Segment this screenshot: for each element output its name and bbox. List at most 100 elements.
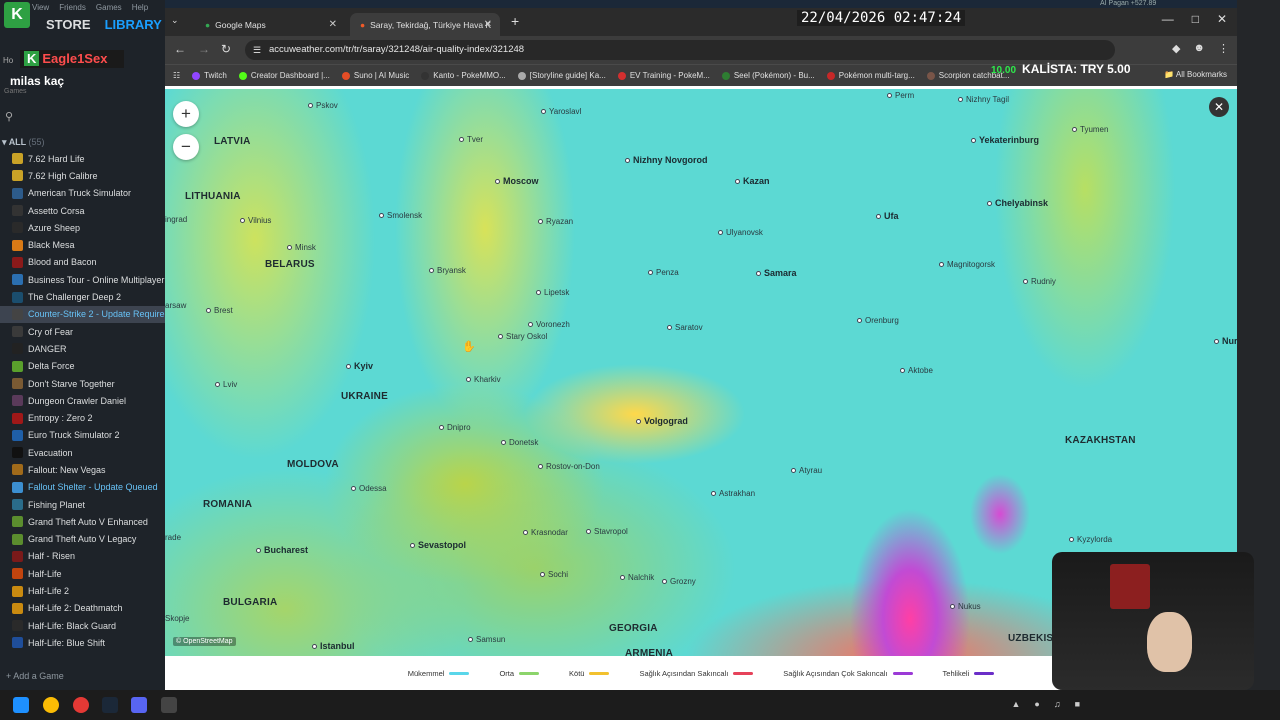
game-icon: [12, 550, 23, 562]
tray-sound-icon[interactable]: ♫: [1054, 699, 1061, 709]
apps-icon[interactable]: ☷: [173, 71, 180, 80]
game-icon: [12, 205, 23, 217]
menu-friends[interactable]: Friends: [59, 3, 86, 12]
game-list-item[interactable]: Blood and Bacon: [0, 254, 165, 271]
home-label[interactable]: Ho: [3, 56, 13, 65]
game-list-item[interactable]: Don't Starve Together: [0, 375, 165, 392]
game-list-item[interactable]: Assetto Corsa: [0, 202, 165, 219]
game-icon: [12, 429, 23, 441]
game-list-item[interactable]: Half-Life: Black Guard: [0, 617, 165, 634]
game-list-item[interactable]: American Truck Simulator: [0, 185, 165, 202]
game-list-item[interactable]: Delta Force: [0, 358, 165, 375]
game-list-item[interactable]: Fishing Planet: [0, 496, 165, 513]
all-bookmarks[interactable]: 📁 All Bookmarks: [1164, 70, 1227, 79]
game-title: Grand Theft Auto V Enhanced: [28, 516, 148, 527]
game-list-item[interactable]: Half - Risen: [0, 548, 165, 565]
close-tab-icon[interactable]: ✕: [484, 19, 492, 30]
tab-google-maps[interactable]: ● Google Maps ✕: [195, 13, 345, 36]
tray-network-icon[interactable]: ■: [1075, 699, 1080, 709]
bookmark-item[interactable]: Pokémon multi-targ...: [826, 71, 915, 80]
tab-search-icon[interactable]: ⌄: [171, 15, 185, 29]
all-label: ALL: [8, 137, 27, 147]
map-place-label: Krasnodar: [523, 528, 568, 537]
game-icon: [12, 326, 23, 338]
game-list-item[interactable]: Counter-Strike 2 - Update Required: [0, 305, 165, 323]
tray-wifi-icon[interactable]: ▲: [1011, 699, 1020, 709]
game-list-item[interactable]: Grand Theft Auto V Enhanced: [0, 513, 165, 530]
game-title: Half-Life: Black Guard: [28, 620, 117, 631]
legend-swatch: [892, 671, 913, 675]
new-tab-icon[interactable]: +: [511, 13, 519, 29]
close-window-icon[interactable]: ✕: [1217, 12, 1227, 26]
menu-icon[interactable]: ⋮: [1218, 42, 1229, 55]
profile-icon[interactable]: ☻: [1193, 42, 1205, 55]
bookmark-label: Creator Dashboard |...: [250, 71, 330, 80]
nav-library[interactable]: LIBRARY: [105, 17, 162, 32]
extension-icon[interactable]: ◆: [1172, 42, 1180, 55]
search-icon[interactable]: ⚲: [5, 110, 17, 123]
discord-icon[interactable]: [131, 697, 147, 713]
bookmark-item[interactable]: Seel (Pokémon) - Bu...: [721, 71, 815, 80]
game-list-item[interactable]: Grand Theft Auto V Legacy: [0, 531, 165, 548]
game-icon: [12, 274, 23, 286]
map-place-label: Magnitogorsk: [939, 260, 995, 269]
obs-icon[interactable]: [73, 697, 89, 713]
map-place-label: UKRAINE: [341, 391, 388, 402]
bookmark-item[interactable]: Suno | AI Music: [341, 71, 409, 80]
game-list-item[interactable]: Fallout: New Vegas: [0, 461, 165, 478]
menu-games[interactable]: Games: [96, 3, 122, 12]
game-list-item[interactable]: Azure Sheep: [0, 219, 165, 236]
forward-icon[interactable]: →: [198, 42, 210, 56]
map-place-label: Grozny: [662, 577, 696, 586]
back-icon[interactable]: ←: [174, 42, 186, 56]
game-list-item[interactable]: The Challenger Deep 2: [0, 288, 165, 305]
windows-start-icon[interactable]: [13, 697, 29, 713]
game-list-item[interactable]: Entropy : Zero 2: [0, 409, 165, 426]
menu-view[interactable]: View: [32, 3, 49, 12]
reload-icon[interactable]: ↻: [221, 42, 231, 56]
game-list-item[interactable]: Half-Life 2: [0, 582, 165, 599]
game-icon: [12, 585, 23, 597]
steam-icon[interactable]: [102, 697, 118, 713]
map-place-label: Kazan: [735, 176, 770, 186]
game-title: Black Mesa: [28, 240, 75, 251]
map-place-label: Volgograd: [636, 416, 688, 426]
legend-item: Sağlık Açısından Sakıncalı: [639, 669, 754, 678]
menu-help[interactable]: Help: [132, 3, 148, 12]
osm-attribution[interactable]: © OpenStreetMap: [173, 637, 236, 646]
bookmark-item[interactable]: Twitch: [192, 71, 227, 80]
game-list-item[interactable]: Half-Life: [0, 565, 165, 582]
game-list-item[interactable]: Dungeon Crawler Daniel: [0, 392, 165, 409]
minimize-icon[interactable]: —: [1162, 12, 1174, 26]
game-list-item[interactable]: 7.62 High Calibre: [0, 167, 165, 184]
game-list-item[interactable]: Business Tour - Online Multiplayer: [0, 271, 165, 288]
game-list-item[interactable]: Evacuation: [0, 444, 165, 461]
tray-discord-icon[interactable]: ●: [1034, 699, 1039, 709]
site-info-icon[interactable]: ☰: [253, 40, 261, 60]
maximize-icon[interactable]: □: [1192, 12, 1199, 26]
tab-accuweather[interactable]: ● Saray, Tekirdağ, Türkiye Hava K ✕: [350, 13, 500, 36]
nav-store[interactable]: STORE: [46, 17, 91, 32]
chrome-icon[interactable]: [43, 697, 59, 713]
game-list-item[interactable]: DANGER: [0, 340, 165, 357]
game-list-item[interactable]: Fallout Shelter - Update Queued: [0, 479, 165, 496]
game-list-item[interactable]: 7.62 Hard Life: [0, 150, 165, 167]
game-list-item[interactable]: Cry of Fear: [0, 323, 165, 340]
address-bar[interactable]: ☰ accuweather.com/tr/tr/saray/321248/air…: [245, 40, 1115, 60]
bookmark-item[interactable]: Kanto - PokeMMO...: [421, 71, 506, 80]
close-map-button[interactable]: ✕: [1209, 97, 1229, 117]
close-tab-icon[interactable]: ✕: [329, 19, 337, 30]
zoom-out-button[interactable]: −: [173, 134, 199, 160]
bookmark-item[interactable]: EV Training - PokeM...: [617, 71, 710, 80]
add-game-button[interactable]: + Add a Game: [6, 671, 64, 681]
zoom-in-button[interactable]: +: [173, 101, 199, 127]
settings-icon[interactable]: [161, 697, 177, 713]
game-list-item[interactable]: Euro Truck Simulator 2: [0, 427, 165, 444]
game-icon: [12, 533, 23, 545]
game-list-item[interactable]: Half-Life: Blue Shift: [0, 634, 165, 651]
all-games-header[interactable]: ▾ ALL (55): [0, 137, 45, 148]
game-list-item[interactable]: Half-Life 2: Deathmatch: [0, 600, 165, 617]
game-list-item[interactable]: Black Mesa: [0, 236, 165, 253]
bookmark-item[interactable]: [Storyline guide] Ka...: [517, 71, 606, 80]
bookmark-item[interactable]: Creator Dashboard |...: [238, 71, 330, 80]
